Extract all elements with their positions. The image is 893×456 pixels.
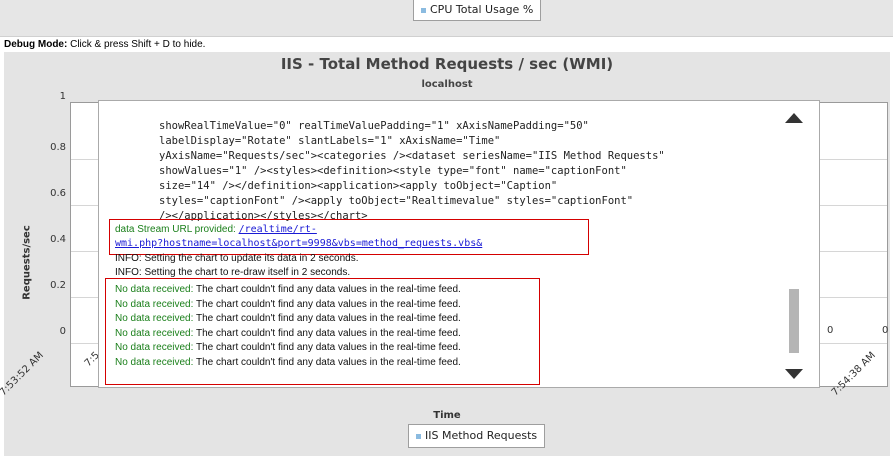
previous-chart-band: CPU Total Usage % bbox=[0, 0, 893, 37]
realtime-value: 0 bbox=[827, 325, 834, 336]
info-text: INFO: Setting the chart to update its da… bbox=[115, 253, 359, 264]
no-data-line: No data received: The chart couldn't fin… bbox=[115, 312, 461, 326]
debug-mode-text: Click & press Shift + D to hide. bbox=[70, 39, 206, 50]
xml-config-code: showRealTimeValue="0" realTimeValuePaddi… bbox=[159, 119, 665, 224]
code-line: showValues="1" /><styles><definition><st… bbox=[159, 165, 627, 177]
no-data-label: No data received: bbox=[115, 357, 196, 368]
no-data-label: No data received: bbox=[115, 342, 196, 354]
debug-mode-label: Debug Mode: bbox=[4, 39, 68, 50]
no-data-line: No data received: The chart couldn't fin… bbox=[115, 341, 461, 355]
legend-swatch bbox=[421, 7, 426, 13]
no-data-label: No data received: bbox=[115, 284, 196, 295]
y-tick-label: 0.6 bbox=[50, 188, 66, 199]
series-legend-label: IIS Method Requests bbox=[425, 429, 538, 442]
no-data-line: No data received: The chart couldn't fin… bbox=[115, 327, 461, 341]
no-data-line: No data received: The chart couldn't fin… bbox=[115, 356, 461, 370]
y-tick-label: 1 bbox=[59, 91, 66, 102]
y-tick-label: 0.8 bbox=[50, 142, 66, 153]
no-data-text: The chart couldn't find any data values … bbox=[195, 342, 461, 354]
no-data-line: No data received: The chart couldn't fin… bbox=[115, 283, 461, 297]
info-text: INFO: Setting the chart to re-draw itsel… bbox=[115, 267, 351, 278]
no-data-text: The chart couldn't find any data values … bbox=[195, 357, 461, 368]
no-data-line: No data received: The chart couldn't fin… bbox=[115, 298, 461, 312]
legend-swatch bbox=[416, 433, 421, 439]
debug-mode-hint: Debug Mode: Click & press Shift + D to h… bbox=[4, 39, 205, 50]
no-data-label: No data received: bbox=[115, 313, 196, 325]
code-line: showRealTimeValue="0" realTimeValuePaddi… bbox=[159, 120, 589, 132]
y-axis-title: Requests/sec bbox=[21, 225, 33, 300]
no-data-text: The chart couldn't find any data values … bbox=[195, 298, 461, 310]
scrollbar[interactable] bbox=[785, 113, 805, 379]
info-line: INFO: Setting the chart to update its da… bbox=[115, 252, 358, 266]
x-axis-title: Time bbox=[433, 410, 461, 421]
code-line: labelDisplay="Rotate" slantLabels="1" xA… bbox=[159, 135, 501, 147]
chart-subtitle: localhost bbox=[421, 79, 473, 90]
cpu-legend-label: CPU Total Usage % bbox=[430, 3, 534, 16]
no-data-label: No data received: bbox=[115, 298, 196, 310]
no-data-text: The chart couldn't find any data values … bbox=[195, 284, 461, 295]
code-line: yAxisName="Requests/sec"><categories /><… bbox=[159, 150, 665, 162]
scroll-up-arrow-icon[interactable] bbox=[785, 113, 803, 123]
x-tick-label: 7:53:52 AM bbox=[0, 350, 46, 399]
stream-url-line: data Stream URL provided: /realtime/rt- bbox=[115, 223, 317, 237]
code-line: styles="captionFont" /><apply toObject="… bbox=[159, 195, 634, 207]
series-legend: IIS Method Requests bbox=[408, 424, 546, 448]
scroll-down-arrow-icon[interactable] bbox=[785, 369, 803, 379]
no-data-text: The chart couldn't find any data values … bbox=[195, 313, 461, 325]
chart-title: IIS - Total Method Requests / sec (WMI) bbox=[280, 55, 614, 73]
y-tick-label: 0 bbox=[59, 326, 66, 337]
code-line: size="14" /></definition><application><a… bbox=[159, 180, 558, 192]
stream-url-link[interactable]: /realtime/rt- bbox=[239, 224, 317, 235]
scroll-thumb[interactable] bbox=[789, 289, 799, 353]
stream-url-label: data Stream URL provided: bbox=[115, 224, 236, 235]
cpu-legend: CPU Total Usage % bbox=[413, 0, 542, 21]
no-data-text: The chart couldn't find any data values … bbox=[195, 327, 461, 339]
debug-window: showRealTimeValue="0" realTimeValuePaddi… bbox=[98, 100, 820, 388]
stream-url-link-cont[interactable]: wmi.php?hostname=localhost&port=9998&vbs… bbox=[115, 238, 482, 249]
stream-url-line-2: wmi.php?hostname=localhost&port=9998&vbs… bbox=[115, 237, 482, 251]
no-data-label: No data received: bbox=[115, 327, 196, 339]
realtime-value-right: 0 bbox=[882, 325, 889, 336]
